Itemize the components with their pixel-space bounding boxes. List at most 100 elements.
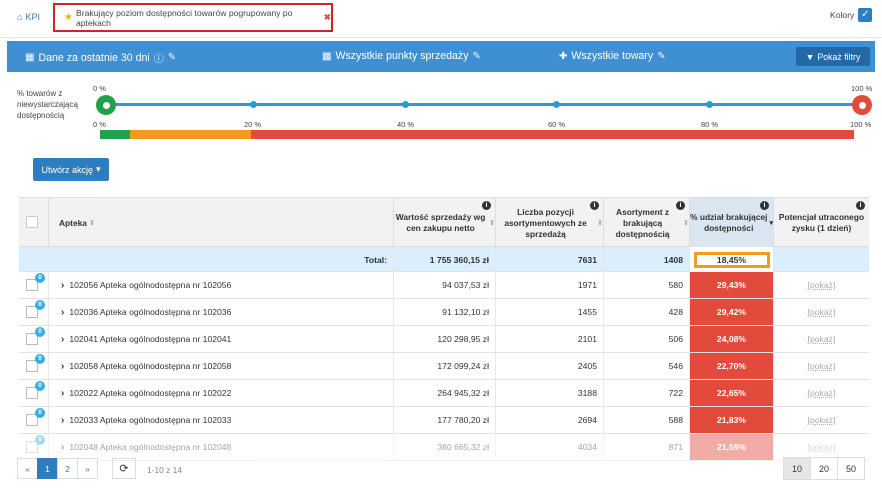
show-filters-button[interactable]: ▼ Pokaż filtry	[796, 47, 870, 66]
slider-min-handle[interactable]	[96, 95, 116, 115]
products-filter[interactable]: ✚ Wszystkie towary ✎	[559, 50, 666, 62]
create-action-button[interactable]: Utwórz akcję ▾	[33, 158, 109, 181]
total-label: Total:	[19, 247, 394, 273]
table-row[interactable]: 0 › 102058 Apteka ogólnodostępna nr 102058…	[19, 353, 869, 380]
total-missing: 1408	[604, 247, 690, 273]
row-missing: 580	[604, 272, 690, 298]
header-positions-label: Liczba pozycji asortymentowych ze sprzed…	[504, 206, 587, 239]
chevron-right-icon[interactable]: ›	[61, 334, 64, 345]
page-1-button[interactable]: 1	[37, 458, 58, 479]
row-missing: 871	[604, 434, 690, 460]
chevron-right-icon[interactable]: ›	[61, 280, 64, 291]
row-positions: 2101	[496, 326, 604, 352]
select-all-checkbox[interactable]	[26, 216, 38, 228]
header-share[interactable]: % udział brakującej dostępności ▾ i	[690, 198, 774, 248]
row-pharmacy[interactable]: › 102058 Apteka ogólnodostępna nr 102058	[49, 353, 394, 379]
header-potential[interactable]: Potencjał utraconego zysku (1 dzień) i	[774, 198, 869, 248]
table-row[interactable]: 0 › 102048 Apteka ogólnodostępna nr 102048…	[19, 434, 869, 461]
info-icon[interactable]: i	[590, 201, 599, 210]
row-badge: 0	[35, 300, 45, 310]
info-icon[interactable]: i	[856, 201, 865, 210]
slider-min-label: 0 %	[93, 84, 106, 93]
table-header: Apteka ⇕ Wartość sprzedaży wg cen zakupu…	[19, 197, 869, 248]
refresh-icon: ⟳	[119, 463, 129, 475]
total-potential	[774, 247, 869, 273]
chevron-right-icon[interactable]: ›	[61, 307, 64, 318]
info-icon[interactable]: i	[482, 201, 491, 210]
chevron-right-icon[interactable]: ›	[61, 361, 64, 372]
table-row[interactable]: 0 › 102033 Apteka ogólnodostępna nr 102033…	[19, 407, 869, 434]
row-pharmacy[interactable]: › 102056 Apteka ogólnodostępna nr 102056	[49, 272, 394, 298]
row-select-col: 0	[19, 434, 49, 460]
colors-label: Kolory	[830, 10, 855, 20]
colors-toggle[interactable]: Kolory ✓	[830, 8, 873, 22]
row-potential-link[interactable]: [pokaż]	[774, 272, 869, 298]
slider-track[interactable]	[105, 103, 859, 106]
next-page-button[interactable]: »	[77, 458, 98, 479]
record-range: 1-10 z 14	[147, 465, 182, 475]
building-icon: ▩	[322, 50, 332, 62]
row-potential-link[interactable]: [pokaż]	[774, 407, 869, 433]
sort-icon: ⇕	[88, 219, 95, 227]
row-pharmacy[interactable]: › 102033 Apteka ogólnodostępna nr 102033	[49, 407, 394, 433]
table-row[interactable]: 0 › 102056 Apteka ogólnodostępna nr 102056…	[19, 272, 869, 299]
table-row[interactable]: 0 › 102036 Apteka ogólnodostępna nr 102036…	[19, 299, 869, 326]
period-label: Dane za ostatnie 30 dni	[38, 51, 150, 64]
table-row[interactable]: 0 › 102022 Apteka ogólnodostępna nr 102022…	[19, 380, 869, 407]
row-sales: 177 780,20 zł	[394, 407, 496, 433]
slider-tick: 40 %	[397, 120, 415, 129]
page-size-50[interactable]: 50	[837, 457, 865, 480]
row-potential-link[interactable]: [pokaż]	[774, 326, 869, 352]
row-pharmacy[interactable]: › 102022 Apteka ogólnodostępna nr 102022	[49, 380, 394, 406]
slider-step-dot	[402, 101, 409, 108]
prev-page-button[interactable]: «	[17, 458, 38, 479]
header-positions[interactable]: Liczba pozycji asortymentowych ze sprzed…	[496, 198, 604, 248]
page-size-selector: 10 20 50	[783, 457, 865, 480]
header-pharmacy[interactable]: Apteka ⇕	[49, 198, 394, 248]
filter-bar: ▦ Dane za ostatnie 30 dni ⓘ ✎ ▩ Wszystki…	[7, 41, 875, 72]
pharmacy-name: 102058 Apteka ogólnodostępna nr 102058	[69, 361, 232, 371]
row-pharmacy[interactable]: › 102036 Apteka ogólnodostępna nr 102036	[49, 299, 394, 325]
info-icon: ⓘ	[153, 54, 164, 65]
page-2-button[interactable]: 2	[57, 458, 78, 479]
chevron-right-icon[interactable]: ›	[61, 442, 64, 453]
refresh-button[interactable]: ⟳	[112, 458, 136, 479]
page-size-20[interactable]: 20	[810, 457, 838, 480]
info-icon[interactable]: i	[676, 201, 685, 210]
period-filter[interactable]: ▦ Dane za ostatnie 30 dni ⓘ ✎	[25, 50, 176, 66]
table-row[interactable]: 0 › 102041 Apteka ogólnodostępna nr 102041…	[19, 326, 869, 353]
kpi-link[interactable]: ⌂ KPI	[17, 12, 40, 22]
slider-tick: 80 %	[701, 120, 719, 129]
edit-icon[interactable]: ✎	[473, 51, 481, 62]
active-report-tab[interactable]: ★ Brakujący poziom dostępności towarów p…	[53, 3, 333, 32]
row-pharmacy[interactable]: › 102041 Apteka ogólnodostępna nr 102041	[49, 326, 394, 352]
row-select-col: 0	[19, 326, 49, 352]
close-icon[interactable]: ✖	[324, 12, 331, 23]
home-icon: ⌂	[17, 12, 23, 22]
threshold-orange	[130, 130, 251, 139]
products-label: Wszystkie towary	[571, 50, 654, 62]
slider-tick: 100 %	[850, 120, 872, 129]
row-potential-link[interactable]: [pokaż]	[774, 353, 869, 379]
chevron-right-icon[interactable]: ›	[61, 388, 64, 399]
row-potential-link[interactable]: [pokaż]	[774, 299, 869, 325]
row-select-col: 0	[19, 353, 49, 379]
points-filter[interactable]: ▩ Wszystkie punkty sprzedaży ✎	[322, 50, 481, 62]
page-size-10[interactable]: 10	[783, 457, 811, 480]
row-missing: 506	[604, 326, 690, 352]
row-potential-link[interactable]: [pokaż]	[774, 380, 869, 406]
row-sales: 94 037,53 zł	[394, 272, 496, 298]
edit-icon[interactable]: ✎	[168, 52, 176, 63]
slider-max-handle[interactable]	[852, 95, 872, 115]
row-share: 29,42%	[690, 299, 774, 325]
header-select-col	[19, 198, 49, 248]
edit-icon[interactable]: ✎	[657, 51, 665, 62]
chevron-right-icon[interactable]: ›	[61, 415, 64, 426]
checkbox-checked-icon[interactable]: ✓	[858, 8, 873, 22]
header-sales[interactable]: Wartość sprzedaży wg cen zakupu netto ⇕ …	[394, 198, 496, 248]
info-icon[interactable]: i	[760, 201, 769, 210]
sort-icon: ⇕	[683, 219, 689, 227]
row-share: 21,59%	[690, 434, 774, 460]
row-pharmacy[interactable]: › 102048 Apteka ogólnodostępna nr 102048	[49, 434, 394, 460]
header-missing[interactable]: Asortyment z brakującą dostępnością ⇕ i	[604, 198, 690, 248]
